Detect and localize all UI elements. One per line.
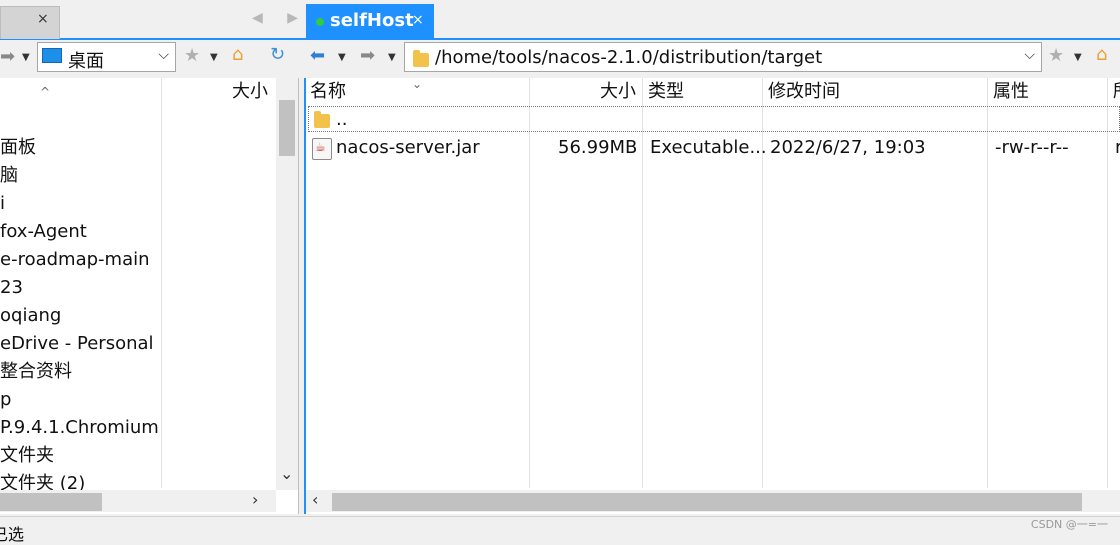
chevron-left-icon[interactable]: ‹ [312, 490, 318, 509]
close-icon[interactable]: × [37, 11, 49, 27]
column-divider [529, 78, 530, 488]
file-owner: r [1115, 134, 1120, 162]
watermark: CSDN @一=一 [1030, 518, 1108, 531]
file-modified: 2022/6/27, 19:03 [770, 137, 926, 158]
list-item[interactable]: 文件夹 [0, 442, 54, 470]
connection-status-dot [316, 18, 324, 26]
list-item[interactable]: P.9.4.1.Chromium [0, 414, 159, 442]
remote-file-panel: 名称 ⌄ 大小 类型 修改时间 属性 所 .. nacos-server.jar… [304, 78, 1120, 514]
list-item[interactable]: 脑 [0, 162, 18, 190]
tab-selfhost[interactable]: selfHost × [306, 4, 434, 38]
tab-local[interactable]: × [0, 6, 60, 39]
chevron-down-icon[interactable]: ▼ [22, 52, 30, 63]
sort-indicator-icon: ^ [40, 85, 51, 99]
back-arrow-icon[interactable]: ⬅ [310, 45, 325, 66]
updir-label: .. [336, 109, 348, 130]
list-item[interactable]: oqiang [0, 302, 61, 330]
remote-path-value: /home/tools/nacos-2.1.0/distribution/tar… [435, 47, 823, 68]
scrollbar-thumb[interactable] [0, 493, 102, 511]
file-attributes: -rw-r--r-- [995, 137, 1069, 158]
bookmark-star-icon[interactable]: ★ [184, 45, 200, 66]
file-size: 56.99MB [558, 137, 638, 158]
list-item[interactable]: fox-Agent [0, 218, 87, 246]
chevron-down-icon: ⌵ [1024, 47, 1035, 63]
list-item[interactable]: eDrive - Personal [0, 330, 154, 358]
horizontal-scrollbar[interactable]: › [0, 490, 276, 512]
folder-icon [314, 111, 330, 128]
chevron-down-icon[interactable]: ▼ [388, 52, 396, 63]
chevron-right-icon[interactable]: › [252, 490, 258, 509]
list-item[interactable]: 23 [0, 274, 23, 302]
column-header-size[interactable]: 大小 [600, 78, 636, 106]
list-item[interactable]: p [0, 386, 11, 414]
scrollbar-thumb[interactable] [332, 493, 1082, 511]
list-item[interactable]: e-roadmap-main [0, 246, 150, 274]
left-toolbar: ➡ ▼ 桌面 ⌵ ★ ▼ ⌂ ↻ [0, 40, 300, 76]
forward-arrow-icon[interactable]: ➡ [360, 45, 375, 66]
column-divider [987, 78, 988, 488]
home-icon[interactable]: ⌂ [232, 44, 243, 65]
column-header-name[interactable]: 名称 [310, 78, 346, 106]
column-header-size[interactable]: 大小 [232, 78, 268, 106]
vertical-scrollbar[interactable]: ⌄ [276, 78, 298, 490]
home-icon[interactable]: ⌂ [1096, 44, 1107, 65]
forward-arrow-icon[interactable]: ➡ [0, 46, 15, 67]
close-icon[interactable]: × [412, 12, 424, 28]
refresh-icon[interactable]: ↻ [270, 44, 285, 65]
chevron-down-icon[interactable]: ▼ [210, 52, 218, 63]
column-divider [1107, 78, 1108, 488]
tab-scroll-arrows[interactable]: ◀ ▶ [252, 10, 308, 26]
column-divider [642, 78, 643, 488]
scrollbar-thumb[interactable] [279, 100, 295, 156]
list-item[interactable]: 整合资料 [0, 358, 72, 386]
column-divider [161, 78, 162, 488]
status-bar: 已选 [0, 516, 1120, 544]
column-header-type[interactable]: 类型 [648, 78, 684, 106]
remote-path-dropdown[interactable]: /home/tools/nacos-2.1.0/distribution/tar… [404, 42, 1042, 72]
file-type: Executable... [650, 137, 767, 158]
desktop-icon [42, 48, 62, 63]
list-item[interactable]: i [0, 190, 5, 218]
location-value: 桌面 [68, 51, 104, 72]
column-header-owner[interactable]: 所 [1113, 78, 1120, 106]
tab-bar [0, 0, 1120, 40]
sort-indicator-icon: ⌄ [412, 78, 423, 91]
location-dropdown[interactable]: 桌面 ⌵ [37, 42, 176, 72]
local-file-panel: ^ 大小 面板 脑 i fox-Agent e-roadmap-main 23 … [0, 78, 299, 514]
right-toolbar: ⬅ ▼ ➡ ▼ /home/tools/nacos-2.1.0/distribu… [304, 40, 1120, 76]
java-jar-icon [312, 138, 332, 160]
status-text: 已选 [0, 525, 25, 544]
chevron-down-icon[interactable]: ⌄ [280, 464, 293, 483]
column-header-attributes[interactable]: 属性 [993, 78, 1029, 106]
column-header-modified[interactable]: 修改时间 [768, 78, 840, 106]
table-row-updir[interactable] [308, 106, 1120, 132]
file-name[interactable]: nacos-server.jar [336, 134, 480, 162]
chevron-down-icon: ⌵ [158, 47, 169, 63]
folder-icon [413, 50, 429, 67]
chevron-down-icon[interactable]: ▼ [1074, 52, 1082, 63]
bookmark-star-icon[interactable]: ★ [1048, 45, 1064, 66]
tab-label: selfHost [330, 10, 414, 31]
horizontal-scrollbar[interactable]: ‹ [306, 490, 1120, 512]
chevron-down-icon[interactable]: ▼ [338, 52, 346, 63]
list-item[interactable]: 面板 [0, 134, 36, 162]
